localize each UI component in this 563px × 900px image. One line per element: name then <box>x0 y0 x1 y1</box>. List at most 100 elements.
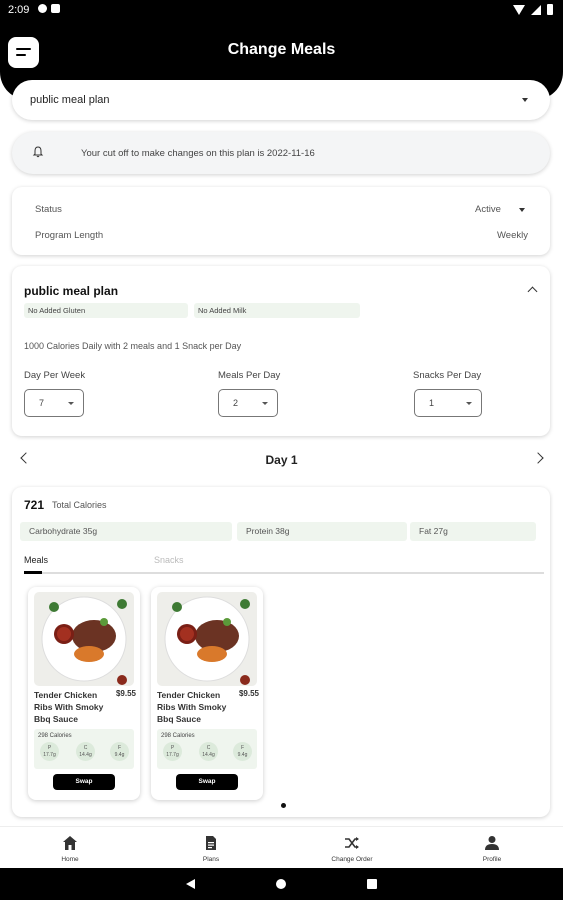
macro-letter: C <box>83 745 88 751</box>
plan-description: 1000 Calories Daily with 2 meals and 1 S… <box>24 341 242 351</box>
meal-card[interactable]: Tender Chicken Ribs With Smoky Bbq Sauce… <box>151 587 263 800</box>
meal-image <box>157 592 257 686</box>
recents-icon[interactable] <box>367 879 377 889</box>
clock: 2:09 <box>8 4 30 16</box>
chevron-down-icon <box>466 402 472 405</box>
page-title: Change Meals <box>227 41 336 58</box>
nav-home[interactable]: Home <box>20 827 120 869</box>
meal-calories: 298 Calories <box>161 733 195 739</box>
nav-label: Profile <box>482 856 502 863</box>
plan-details-card: public meal plan No Added Gluten No Adde… <box>12 266 550 436</box>
day-navigator: Day 1 <box>0 448 563 472</box>
meal-name: Tender Chicken Ribs With Smoky Bbq Sauce <box>157 690 227 724</box>
bottom-navigation: Home Plans Change Order Profile <box>0 826 563 869</box>
diet-tag: No Added Gluten <box>24 303 188 318</box>
meal-macros: 298 Calories P 17.7g C 14.4g F 9.4g <box>34 729 134 769</box>
system-navigation-bar <box>0 868 563 900</box>
shuffle-icon <box>345 837 359 849</box>
nav-plans[interactable]: Plans <box>161 827 261 869</box>
days-per-week-label: Day Per Week <box>24 370 86 381</box>
tab-meals[interactable]: Meals <box>24 555 48 565</box>
plan-title: public meal plan <box>24 284 119 298</box>
meal-price: $9.55 <box>115 689 136 698</box>
home-icon <box>63 836 77 850</box>
meal-calories: 298 Calories <box>38 733 72 739</box>
swap-button[interactable]: Swap <box>53 774 115 790</box>
nav-change-order[interactable]: Change Order <box>302 827 402 869</box>
macro-letter: F <box>240 745 245 751</box>
chevron-down-icon <box>68 402 74 405</box>
nav-label: Home <box>61 856 79 863</box>
macro-letter: C <box>206 745 211 751</box>
snacks-per-day-select[interactable]: 1 <box>414 389 482 417</box>
days-per-week-select[interactable]: 7 <box>24 389 84 417</box>
status-dropdown[interactable]: Active <box>475 202 525 216</box>
cutoff-notice-text: Your cut off to make changes on this pla… <box>81 148 315 159</box>
snacks-per-day-label: Snacks Per Day <box>413 370 482 381</box>
select-value: 2 <box>233 398 239 408</box>
protein-chip: Protein 38g <box>237 522 407 541</box>
select-value: 7 <box>39 398 45 408</box>
cutoff-notice: Your cut off to make changes on this pla… <box>12 132 550 174</box>
meal-name: Tender Chicken Ribs With Smoky Bbq Sauce <box>34 690 104 724</box>
chevron-down-icon <box>262 402 268 405</box>
macro-letter: F <box>117 745 122 751</box>
nav-profile[interactable]: Profile <box>442 827 542 869</box>
macro-value: 14.4g <box>202 752 215 758</box>
page-indicator-dot <box>281 803 286 808</box>
status-label: Status <box>35 204 62 215</box>
swap-button[interactable]: Swap <box>176 774 238 790</box>
macro-letter: P <box>170 745 175 751</box>
nav-label: Plans <box>202 856 220 863</box>
carbohydrate-chip: Carbohydrate 35g <box>20 522 232 541</box>
plan-dropdown[interactable]: public meal plan <box>12 80 550 120</box>
macro-value: 17.7g <box>43 752 56 758</box>
signal-icon <box>531 4 541 15</box>
bell-icon <box>32 146 44 158</box>
meal-price: $9.55 <box>238 689 259 698</box>
macro-letter: P <box>47 745 52 751</box>
plan-dropdown-value: public meal plan <box>30 94 110 106</box>
back-icon[interactable] <box>186 879 195 889</box>
notification-icon <box>38 4 47 13</box>
macro-value: 9.4g <box>114 752 125 758</box>
nav-label: Change Order <box>331 856 373 863</box>
tab-snacks[interactable]: Snacks <box>154 555 184 565</box>
tab-divider <box>24 572 544 574</box>
total-calories-value: 721 <box>24 498 45 512</box>
select-value: 1 <box>429 398 435 408</box>
day-label: Day 1 <box>265 453 298 467</box>
total-calories-label: Total Calories <box>52 500 107 510</box>
meals-per-day-select[interactable]: 2 <box>218 389 278 417</box>
home-circle-icon[interactable] <box>276 879 286 889</box>
fat-chip: Fat 27g <box>410 522 536 541</box>
meal-card[interactable]: Tender Chicken Ribs With Smoky Bbq Sauce… <box>28 587 140 800</box>
system-status-bar: 2:09 <box>0 0 563 20</box>
chevron-up-icon[interactable] <box>527 286 538 297</box>
active-tab-indicator <box>24 571 42 574</box>
program-length-value: Weekly <box>497 230 528 241</box>
document-icon <box>206 836 216 850</box>
fat-circle: F 9.4g <box>233 742 252 761</box>
meal-macros: 298 Calories P 17.7g C 14.4g F 9.4g <box>157 729 257 769</box>
macro-value: 17.7g <box>166 752 179 758</box>
meal-image <box>34 592 134 686</box>
program-length-label: Program Length <box>35 230 104 241</box>
status-card: Status Active Program Length Weekly <box>12 187 550 255</box>
status-caret-icon <box>519 208 525 212</box>
battery-icon <box>547 4 553 15</box>
fat-circle: F 9.4g <box>110 742 129 761</box>
wifi-icon <box>513 4 525 15</box>
protein-circle: P 17.7g <box>163 742 182 761</box>
dropdown-caret-icon <box>522 98 528 102</box>
carb-circle: C 14.4g <box>76 742 95 761</box>
person-icon <box>485 836 499 850</box>
carb-circle: C 14.4g <box>199 742 218 761</box>
sim-icon <box>51 4 60 13</box>
macro-value: 14.4g <box>79 752 92 758</box>
macro-value: 9.4g <box>237 752 248 758</box>
protein-circle: P 17.7g <box>40 742 59 761</box>
meals-per-day-label: Meals Per Day <box>218 370 281 381</box>
status-value: Active <box>475 204 501 215</box>
diet-tag: No Added Milk <box>194 303 360 318</box>
